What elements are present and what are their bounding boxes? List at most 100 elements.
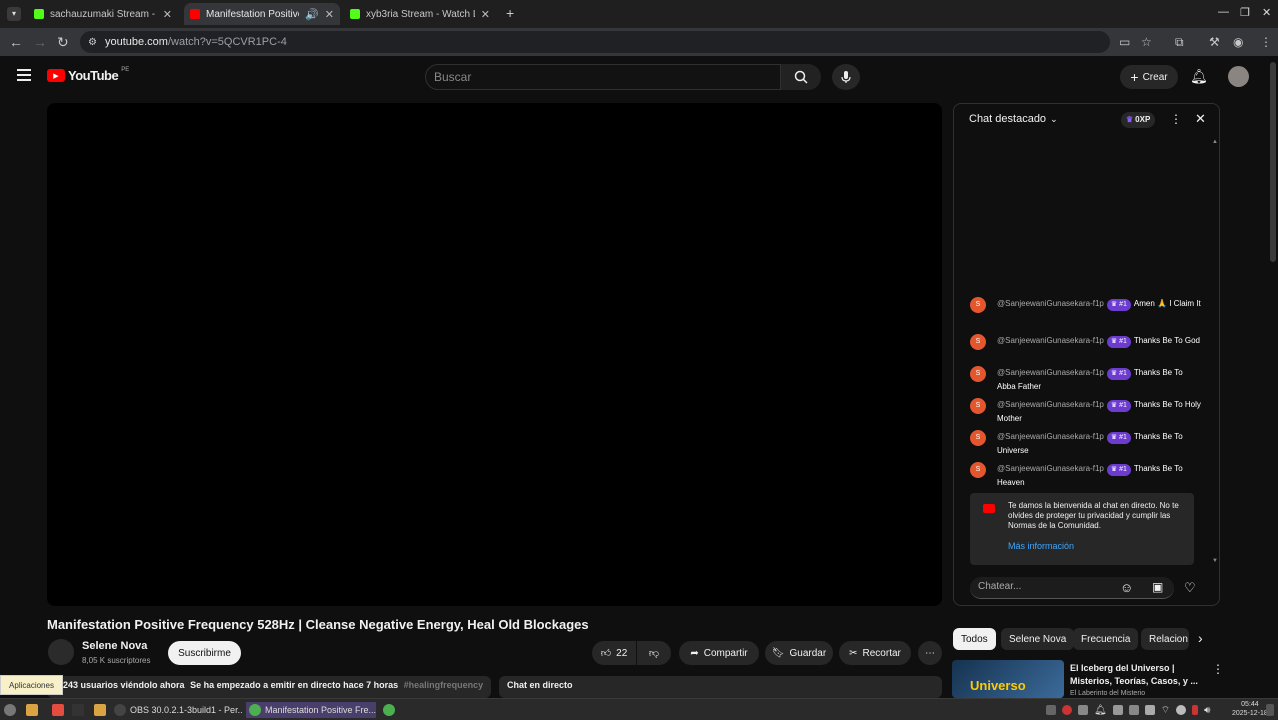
- voice-search-button[interactable]: [832, 64, 860, 90]
- reload-icon[interactable]: ↻: [57, 34, 69, 50]
- heart-icon[interactable]: ♡: [1184, 580, 1196, 596]
- taskbar-item-obs[interactable]: OBS 30.0.2.1-3build1 - Per...: [114, 702, 242, 718]
- subscribe-button[interactable]: Suscribirme: [168, 641, 241, 665]
- chat-author[interactable]: @SanjeewaniGunasekara-f1p: [997, 336, 1104, 345]
- chat-avatar[interactable]: S: [970, 462, 986, 478]
- notifications-bell-icon[interactable]: 🔔︎: [1190, 68, 1208, 85]
- app-launcher-icon[interactable]: [52, 702, 64, 718]
- kick-favicon-icon: [350, 9, 360, 19]
- like-button[interactable]: 👍︎ 22: [592, 641, 636, 665]
- chip-frequency[interactable]: Frecuencia: [1073, 628, 1139, 650]
- kick-favicon-icon: [34, 9, 44, 19]
- tab-search-icon[interactable]: ▾: [7, 7, 21, 21]
- xp-badge[interactable]: ♛ 0XP: [1121, 112, 1156, 128]
- emoji-icon[interactable]: ☺: [1120, 580, 1133, 595]
- youtube-logo[interactable]: ▶ YouTube PE: [47, 67, 129, 83]
- more-info-link[interactable]: Más información: [1008, 541, 1074, 551]
- share-button[interactable]: ➦ Compartir: [679, 641, 759, 665]
- chat-author[interactable]: @SanjeewaniGunasekara-f1p: [997, 299, 1104, 308]
- video-player[interactable]: [47, 103, 942, 606]
- chat-scrollbar[interactable]: ▲: [1212, 139, 1218, 145]
- recommendation-title[interactable]: El Iceberg del Universo | Misterios, Teo…: [1070, 662, 1200, 688]
- subscriber-count: 8,05 K suscriptores: [82, 656, 151, 665]
- minimize-icon[interactable]: —: [1218, 6, 1229, 18]
- chips-next-icon[interactable]: ›: [1198, 630, 1203, 646]
- channel-avatar[interactable]: [48, 639, 74, 665]
- chat-input[interactable]: Chatear...: [970, 577, 1174, 599]
- chat-author[interactable]: @SanjeewaniGunasekara-f1p: [997, 464, 1104, 473]
- back-icon[interactable]: ←: [9, 34, 23, 50]
- chevron-down-icon: ⌄: [1050, 113, 1058, 124]
- chat-mode-selector[interactable]: Chat destacado ⌄: [969, 113, 1058, 125]
- show-desktop-button[interactable]: [1266, 702, 1274, 718]
- maximize-icon[interactable]: ❐: [1240, 6, 1250, 19]
- new-tab-icon[interactable]: +: [506, 5, 514, 21]
- chip-channel[interactable]: Selene Nova: [1001, 628, 1075, 650]
- hamburger-menu-icon[interactable]: [17, 69, 31, 81]
- system-tray[interactable]: 🔔︎ ⌔ 🔊︎: [1046, 702, 1210, 718]
- chat-scrollbar-bottom[interactable]: ▼: [1212, 558, 1218, 564]
- chat-avatar[interactable]: S: [970, 297, 986, 313]
- browser-tab[interactable]: xyb3ria Stream - Watch Live ✕: [344, 3, 496, 25]
- recommendation-thumbnail[interactable]: Universo: [952, 660, 1064, 698]
- description-box[interactable]: 243 usuarios viéndolo ahora Se ha empeza…: [47, 676, 491, 698]
- subscribe-label: Suscribirme: [178, 647, 231, 659]
- tools-icon[interactable]: ⚒: [1209, 35, 1220, 49]
- close-tab-icon[interactable]: ✕: [325, 8, 334, 21]
- site-info-icon[interactable]: ⚙: [88, 37, 97, 48]
- page-scrollbar[interactable]: [1270, 62, 1276, 262]
- volume-icon: 🔊︎: [1204, 704, 1211, 716]
- chat-close-icon[interactable]: ✕: [1195, 111, 1206, 127]
- profile-icon[interactable]: ◉: [1233, 35, 1243, 49]
- search-button[interactable]: [781, 64, 821, 90]
- bookmark-icon: 🔖︎: [771, 647, 785, 659]
- folder-launcher-icon[interactable]: [94, 702, 106, 718]
- browser-tab-strip: ▾ sachauzumaki Stream - Watc ✕ Manifesta…: [0, 0, 1278, 28]
- search-input[interactable]: Buscar: [425, 64, 781, 90]
- cast-icon[interactable]: ▭: [1119, 35, 1130, 49]
- speaker-icon[interactable]: 🔊: [305, 8, 319, 21]
- channel-name[interactable]: Selene Nova: [82, 640, 147, 652]
- recommendation-channel[interactable]: El Laberinto del Misterio: [1070, 690, 1145, 697]
- chat-author[interactable]: @SanjeewaniGunasekara-f1p: [997, 368, 1104, 377]
- clip-button[interactable]: ✂ Recortar: [839, 641, 911, 665]
- chat-author[interactable]: @SanjeewaniGunasekara-f1p: [997, 432, 1104, 441]
- chrome-launcher-icon[interactable]: [383, 702, 395, 718]
- super-chat-icon[interactable]: ▣: [1152, 580, 1163, 594]
- live-chat-bar[interactable]: Chat en directo: [499, 676, 942, 698]
- files-launcher-icon[interactable]: [26, 702, 38, 718]
- start-menu-icon[interactable]: [4, 702, 16, 718]
- forward-icon[interactable]: →: [33, 34, 47, 50]
- address-bar[interactable]: ⚙ youtube.com/watch?v=5QCVR1PC-4: [80, 31, 1110, 53]
- member-badge-rank: #1: [1119, 338, 1127, 345]
- chat-avatar[interactable]: S: [970, 398, 986, 414]
- dislike-button[interactable]: 👎︎: [637, 641, 671, 665]
- clock[interactable]: 05:44 2025-12-18: [1232, 700, 1268, 718]
- chip-related[interactable]: Relacion: [1141, 628, 1189, 650]
- chat-avatar[interactable]: S: [970, 334, 986, 350]
- browser-tab[interactable]: sachauzumaki Stream - Watc ✕: [28, 3, 178, 25]
- share-icon: ➦: [690, 647, 699, 659]
- chat-more-icon[interactable]: ⋮: [1170, 112, 1182, 126]
- save-button[interactable]: 🔖︎ Guardar: [765, 641, 833, 665]
- create-button[interactable]: + Crear: [1120, 65, 1178, 89]
- chip-all[interactable]: Todos: [953, 628, 996, 650]
- chat-avatar[interactable]: S: [970, 366, 986, 382]
- chat-author[interactable]: @SanjeewaniGunasekara-f1p: [997, 400, 1104, 409]
- extensions-icon[interactable]: ⧉: [1175, 35, 1184, 50]
- hashtags[interactable]: #healingfrequency: [404, 680, 484, 690]
- live-chat-bar-label: Chat en directo: [507, 680, 573, 690]
- taskbar-item-browser[interactable]: Manifestation Positive Fre...: [246, 702, 376, 718]
- browser-menu-icon[interactable]: ⋮: [1260, 35, 1272, 49]
- browser-tab-active[interactable]: Manifestation Positive F 🔊 ✕: [184, 3, 340, 25]
- terminal-launcher-icon[interactable]: [72, 702, 84, 718]
- recommendation-more-icon[interactable]: ⋮: [1212, 662, 1224, 676]
- close-window-icon[interactable]: ✕: [1262, 6, 1271, 19]
- close-tab-icon[interactable]: ✕: [481, 8, 490, 21]
- close-tab-icon[interactable]: ✕: [163, 8, 172, 21]
- bookmark-star-icon[interactable]: ☆: [1141, 35, 1152, 49]
- chat-avatar[interactable]: S: [970, 430, 986, 446]
- more-actions-button[interactable]: ⋯: [918, 641, 942, 665]
- account-avatar[interactable]: [1228, 66, 1249, 87]
- clip-label: Recortar: [862, 647, 901, 659]
